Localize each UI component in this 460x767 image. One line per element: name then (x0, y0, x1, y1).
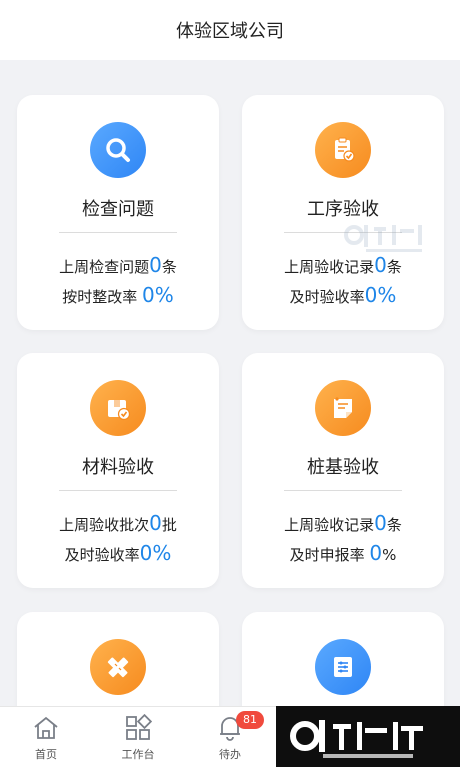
package-check-icon (90, 380, 146, 436)
card-rate-line: 及时验收率0% (64, 541, 172, 565)
faint-watermark (342, 219, 434, 259)
search-icon (90, 122, 146, 178)
tab-label: 首页 (35, 748, 57, 761)
card-inspection-issues[interactable]: 检查问题 上周检查问题0条 按时整改率 0% (17, 95, 219, 330)
card-stat-line: 上周验收批次0批 (59, 511, 177, 535)
card-stat-line: 上周验收记录0条 (284, 511, 402, 535)
tab-label: 工作台 (121, 748, 155, 761)
clipboard-check-icon (315, 122, 371, 178)
card-rate-line: 及时申报率 0% (289, 541, 397, 565)
card-material-acceptance[interactable]: 材料验收 上周验收批次0批 及时验收率0% (17, 353, 219, 588)
card-title: 桩基验收 (307, 457, 379, 478)
card-title: 工序验收 (307, 199, 379, 220)
page-header: 体验区域公司 (0, 0, 460, 60)
stat-value: 0 (149, 511, 162, 535)
tab-workbench[interactable]: 工作台 (92, 707, 184, 767)
stat-value: 0 (374, 511, 387, 535)
card-title: 材料验收 (82, 457, 154, 478)
grid-icon (123, 713, 153, 743)
divider (59, 490, 177, 491)
rate-value: 0% (139, 541, 172, 565)
note-icon (315, 380, 371, 436)
page-title: 体验区域公司 (176, 21, 284, 42)
list-settings-icon (315, 639, 371, 695)
divider (59, 232, 177, 233)
tab-todo[interactable]: 81 待办 (184, 707, 276, 767)
ruler-pencil-icon (90, 639, 146, 695)
tab-label: 待办 (219, 748, 241, 761)
card-rate-line: 按时整改率 0% (62, 283, 174, 307)
card-pile-acceptance[interactable]: 桩基验收 上周验收记录0条 及时申报率 0% (242, 353, 444, 588)
stat-value: 0 (149, 253, 162, 277)
home-icon (31, 713, 61, 743)
card-title: 检查问题 (82, 199, 154, 220)
watermark-logo (276, 706, 460, 767)
rate-value: 0% (142, 283, 174, 307)
card-process-acceptance[interactable]: 工序验收 上周验收记录0条 及时验收率0% (242, 95, 444, 330)
card-stat-line: 上周检查问题0条 (59, 253, 177, 277)
rate-value: 0% (364, 283, 397, 307)
rate-value: 0 (369, 541, 383, 565)
todo-count-badge: 81 (236, 711, 264, 729)
divider (284, 490, 402, 491)
card-rate-line: 及时验收率0% (289, 283, 397, 307)
tab-home[interactable]: 首页 (0, 707, 92, 767)
